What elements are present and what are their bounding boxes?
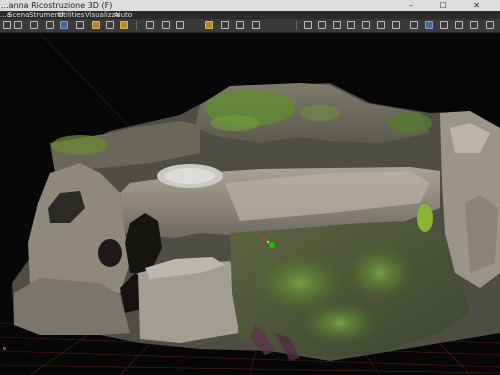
origin-marker-icon xyxy=(3,347,6,350)
select-icon[interactable] xyxy=(236,21,244,29)
toolbar xyxy=(0,19,500,33)
zoom-out-icon[interactable] xyxy=(410,21,418,29)
new-icon[interactable] xyxy=(3,21,11,29)
3d-viewport[interactable] xyxy=(0,33,500,375)
warning-icon[interactable] xyxy=(120,21,128,29)
rotate-icon[interactable] xyxy=(60,21,68,29)
layers-icon[interactable] xyxy=(440,21,448,29)
scene-render xyxy=(0,33,500,375)
text-icon[interactable] xyxy=(221,21,229,29)
save-icon[interactable] xyxy=(30,21,38,29)
menu-bar: ...a Scena Strumenti Utilities Visualizz… xyxy=(0,11,500,19)
menu-item-aiuto[interactable]: Aiuto xyxy=(114,11,132,19)
export-icon[interactable] xyxy=(362,21,370,29)
menu-item-utilities[interactable]: Utilities xyxy=(58,11,84,19)
scale-icon[interactable] xyxy=(176,21,184,29)
box-icon[interactable] xyxy=(205,21,213,29)
settings-icon[interactable] xyxy=(455,21,463,29)
title-bar: ...anna Ricostruzione 3D (F) – ☐ ✕ xyxy=(0,0,500,11)
open-icon[interactable] xyxy=(14,21,22,29)
refresh-icon[interactable] xyxy=(76,21,84,29)
marker-icon[interactable] xyxy=(106,21,114,29)
mesh-icon[interactable] xyxy=(333,21,341,29)
zoom-in-icon[interactable] xyxy=(392,21,400,29)
home-icon[interactable] xyxy=(377,21,385,29)
info-icon[interactable] xyxy=(470,21,478,29)
texture-icon[interactable] xyxy=(347,21,355,29)
axis-gizmo-icon xyxy=(269,242,275,248)
camera-icon[interactable] xyxy=(46,21,54,29)
view-icon[interactable] xyxy=(425,21,433,29)
menu-item-scena[interactable]: Scena xyxy=(8,11,29,19)
measure-icon[interactable] xyxy=(252,21,260,29)
help-icon[interactable] xyxy=(486,21,494,29)
window-title: ...anna Ricostruzione 3D (F) xyxy=(1,1,113,10)
pointcloud-icon[interactable] xyxy=(318,21,326,29)
light-icon[interactable] xyxy=(92,21,100,29)
toolbar-separator xyxy=(136,21,137,30)
window-controls[interactable]: – ☐ ✕ xyxy=(409,0,492,11)
move-icon[interactable] xyxy=(162,21,170,29)
grid-icon[interactable] xyxy=(146,21,154,29)
section-icon[interactable] xyxy=(304,21,312,29)
toolbar-separator xyxy=(296,21,297,30)
